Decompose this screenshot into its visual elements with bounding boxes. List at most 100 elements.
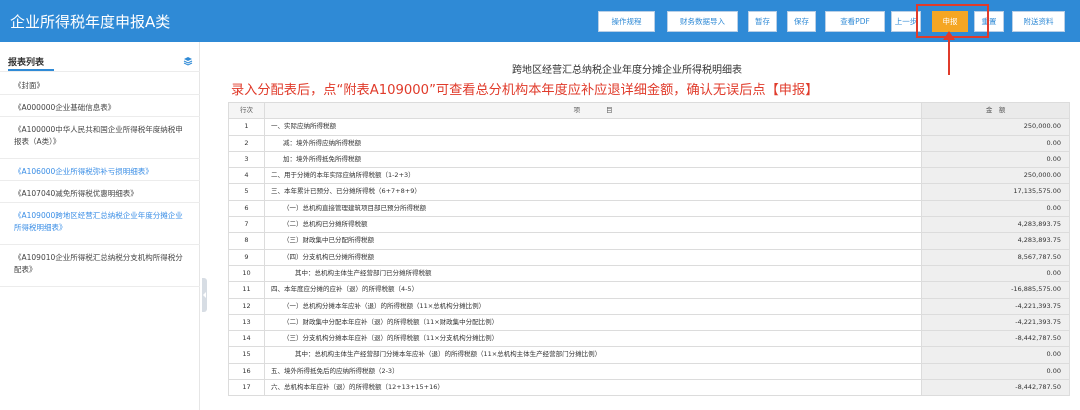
row-number: 15: [229, 347, 265, 364]
row-amount: 0.00: [922, 200, 1070, 218]
sidebar-item-6[interactable]: 《A109010企业所得税汇总纳税分支机构所得税分配表》: [0, 245, 200, 287]
layers-icon[interactable]: [183, 56, 193, 66]
row-number: 9: [229, 249, 265, 266]
toolbar-button-1[interactable]: 财务数据导入: [667, 11, 738, 32]
form-title: 跨地区经营汇总纳税企业年度分摊企业所得税明细表: [512, 65, 742, 76]
row-item-label: 其中：总机构主体生产经营部门已分摊所得税额: [264, 265, 923, 283]
row-item-label: 一、实际应纳所得税额: [264, 119, 923, 136]
table-row: 7 （二）总机构已分摊所得税额 4,283,893.75: [229, 217, 1070, 234]
header-item: 项 目: [264, 103, 923, 120]
table-row: 10 其中：总机构主体生产经营部门已分摊所得税额 0.00: [229, 265, 1070, 283]
row-number: 1: [229, 119, 265, 136]
row-amount: 0.00: [922, 347, 1070, 364]
row-item-label: （二）财政集中分配本年应补（退）的所得税额（11×财政集中分配比例）: [264, 314, 923, 332]
sidebar-item-label: 《A109010企业所得税汇总纳税分支机构所得税分配表》: [14, 253, 183, 274]
sidebar-item-5[interactable]: 《A109000跨地区经营汇总纳税企业年度分摊企业所得税明细表》: [0, 203, 200, 245]
table-row: 2 减：境外所得应纳所得税额 0.00: [229, 135, 1070, 152]
row-amount: -16,885,575.00: [922, 282, 1070, 299]
row-amount: 4,283,893.75: [922, 233, 1070, 250]
toolbar-button-8[interactable]: 附送资料: [1012, 11, 1065, 32]
row-amount: 17,135,575.00: [922, 184, 1070, 201]
row-number: 10: [229, 265, 265, 283]
row-amount: 250,000.00: [922, 168, 1070, 185]
row-item-label: 三、本年累计已预分、已分摊所得税（6+7+8+9）: [264, 184, 923, 201]
row-item-label: 四、本年度应分摊的应补（退）的所得税额（4-5）: [264, 282, 923, 299]
sidebar-title: 报表列表: [8, 58, 45, 68]
table-row: 9 （四）分支机构已分摊所得税额 8,567,787.50: [229, 249, 1070, 266]
table-row: 11 四、本年度应分摊的应补（退）的所得税额（4-5） -16,885,575.00: [229, 282, 1070, 299]
table-row: 13 （二）财政集中分配本年应补（退）的所得税额（11×财政集中分配比例） -4,2…: [229, 314, 1070, 332]
toolbar-button-4[interactable]: 查看PDF: [825, 11, 885, 32]
sidebar-item-4[interactable]: 《A107040减免所得税优惠明细表》: [0, 181, 200, 203]
toolbar-button-2[interactable]: 暂存: [748, 11, 777, 32]
row-number: 16: [229, 363, 265, 381]
table-row: 12 （一）总机构分摊本年应补（退）的所得税额（11×总机构分摊比例） -4,221…: [229, 298, 1070, 315]
row-amount: 0.00: [922, 265, 1070, 283]
row-item-label: （四）分支机构已分摊所得税额: [264, 249, 923, 266]
header-amount: 金 额: [922, 103, 1070, 120]
sidebar-title-underline: [8, 69, 54, 71]
sidebar-collapse-handle[interactable]: [202, 278, 207, 312]
sidebar-item-label: 《A109000跨地区经营汇总纳税企业年度分摊企业所得税明细表》: [14, 211, 183, 232]
table-row: 8 （三）财政集中已分配所得税额 4,283,893.75: [229, 233, 1070, 250]
row-amount: 0.00: [922, 135, 1070, 152]
table-row: 14 （三）分支机构分摊本年应补（退）的所得税额（11×分支机构分摊比例） -8,4…: [229, 331, 1070, 348]
row-number: 5: [229, 184, 265, 201]
header-no: 行次: [229, 103, 265, 120]
row-item-label: （二）总机构已分摊所得税额: [264, 217, 923, 234]
toolbar-button-3[interactable]: 保存: [787, 11, 816, 32]
row-number: 3: [229, 151, 265, 169]
table-header: 行次 项 目 金 额: [229, 103, 1070, 120]
annotation-arrow-head: [943, 31, 955, 40]
table-row: 6 （一）总机构直接管理建筑项目部已预分所得税额 0.00: [229, 200, 1070, 218]
row-item-label: 加：境外所得抵免所得税额: [264, 151, 923, 169]
sidebar-item-0[interactable]: 《封面》: [0, 73, 200, 95]
row-item-label: 六、总机构本年应补（退）的所得税额（12+13+15+16）: [264, 380, 923, 397]
sidebar-item-label: 《封面》: [14, 81, 44, 90]
row-item-label: 五、境外所得抵免后的应纳所得税额（2-3）: [264, 363, 923, 381]
table-row: 3 加：境外所得抵免所得税额 0.00: [229, 151, 1070, 169]
row-number: 4: [229, 168, 265, 185]
row-amount: 8,567,787.50: [922, 249, 1070, 266]
sidebar-item-3[interactable]: 《A106000企业所得税弥补亏损明细表》: [0, 159, 200, 181]
row-item-label: 二、用于分摊的本年实际应纳所得税额（1-2+3）: [264, 168, 923, 185]
row-amount: 0.00: [922, 151, 1070, 169]
row-number: 17: [229, 380, 265, 397]
sidebar-item-label: 《A107040减免所得税优惠明细表》: [14, 189, 138, 198]
sidebar-item-label: 《A000000企业基础信息表》: [14, 103, 116, 112]
table-row: 15 其中：总机构主体生产经营部门分摊本年应补（退）的所得税额（11×总机构主体生…: [229, 347, 1070, 364]
row-number: 8: [229, 233, 265, 250]
row-number: 13: [229, 314, 265, 332]
sidebar-item-label: 《A106000企业所得税弥补亏损明细表》: [14, 167, 153, 176]
row-item-label: （一）总机构分摊本年应补（退）的所得税额（11×总机构分摊比例）: [264, 298, 923, 315]
row-amount: -8,442,787.50: [922, 331, 1070, 348]
table-row: 17 六、总机构本年应补（退）的所得税额（12+13+15+16） -8,442,7…: [229, 380, 1070, 397]
table-row: 16 五、境外所得抵免后的应纳所得税额（2-3） 0.00: [229, 363, 1070, 381]
row-number: 12: [229, 298, 265, 315]
sidebar: 报表列表 《封面》《A000000企业基础信息表》《A100000中华人民共和国…: [0, 42, 200, 410]
row-number: 2: [229, 135, 265, 152]
row-number: 7: [229, 217, 265, 234]
row-item-label: （三）财政集中已分配所得税额: [264, 233, 923, 250]
sidebar-header: 报表列表: [0, 50, 200, 72]
sidebar-item-1[interactable]: 《A000000企业基础信息表》: [0, 95, 200, 117]
table-row: 1 一、实际应纳所得税额 250,000.00: [229, 119, 1070, 136]
row-item-label: 减：境外所得应纳所得税额: [264, 135, 923, 152]
instruction-notice: 录入分配表后，点“附表A109000”可查看总分机构本年度应补应退详细金额，确认…: [231, 83, 819, 98]
sidebar-item-2[interactable]: 《A100000中华人民共和国企业所得税年度纳税申报表（A类）》: [0, 117, 200, 159]
allocation-table: 行次 项 目 金 额 1 一、实际应纳所得税额 250,000.00 2 减：境外所得应…: [228, 102, 1070, 397]
toolbar-button-0[interactable]: 操作规程: [598, 11, 655, 32]
app-title: 企业所得税年度申报A类: [10, 13, 171, 31]
row-amount: -4,221,393.75: [922, 298, 1070, 315]
row-amount: 250,000.00: [922, 119, 1070, 136]
row-amount: 0.00: [922, 363, 1070, 381]
row-amount: -8,442,787.50: [922, 380, 1070, 397]
row-number: 6: [229, 200, 265, 218]
row-number: 14: [229, 331, 265, 348]
sidebar-item-label: 《A100000中华人民共和国企业所得税年度纳税申报表（A类）》: [14, 125, 183, 146]
row-item-label: （一）总机构直接管理建筑项目部已预分所得税额: [264, 200, 923, 218]
table-row: 5 三、本年累计已预分、已分摊所得税（6+7+8+9） 17,135,575.00: [229, 184, 1070, 201]
row-number: 11: [229, 282, 265, 299]
table-body: 1 一、实际应纳所得税额 250,000.00 2 减：境外所得应纳所得税额 0.00 3 加…: [229, 119, 1070, 397]
row-amount: -4,221,393.75: [922, 314, 1070, 332]
